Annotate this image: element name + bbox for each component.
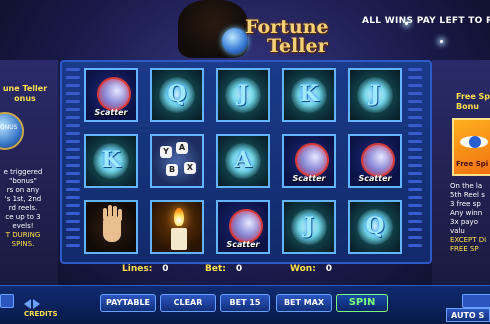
wins-pay-banner: ALL WINS PAY LEFT TO R <box>362 16 490 26</box>
moon-scatter-icon <box>295 143 329 177</box>
left-text-line-highlight: T DURING <box>5 231 41 239</box>
reel-symbol-k: K <box>84 134 138 188</box>
right-title-line-2: Bonu <box>456 102 479 111</box>
rune-die-icon: A <box>176 142 188 154</box>
eye-icon <box>469 136 481 148</box>
clear-button[interactable]: CLEAR <box>160 294 216 312</box>
won-readout: Won: 0 <box>290 264 332 274</box>
title-line-2: Teller <box>267 35 328 57</box>
rune-die-icon: X <box>184 162 196 174</box>
right-text-line: Any winn <box>450 209 483 217</box>
reel-frame-right-ornament <box>408 68 422 254</box>
symbol-letter: J <box>237 81 249 107</box>
reel-symbol-candle <box>150 200 204 254</box>
reel-symbol-dice: Y A B X <box>150 134 204 188</box>
symbol-letter: A <box>234 147 252 173</box>
left-text-line: rs on any <box>6 186 40 194</box>
credits-nav-arrows[interactable] <box>24 294 44 309</box>
candle-flame-icon <box>174 208 184 226</box>
auto-spin-button[interactable]: AUTO S <box>446 308 490 322</box>
scatter-label: Scatter <box>94 108 128 117</box>
lines-value: 0 <box>162 264 169 274</box>
right-mini-button[interactable] <box>462 294 490 308</box>
right-text-line: valu <box>450 227 465 235</box>
reel-frame-left-ornament <box>66 68 80 254</box>
right-text-line: 5th Reel s <box>450 191 485 199</box>
bet-max-button[interactable]: BET MAX <box>276 294 332 312</box>
reel-symbol-a: A <box>216 134 270 188</box>
left-panel-description: e triggered "bonus" rs on any 's 1st, 2n… <box>0 168 46 249</box>
paytable-button[interactable]: PAYTABLE <box>100 294 156 312</box>
symbol-letter: K <box>101 147 121 173</box>
reel-symbol-q: Q <box>150 68 204 122</box>
left-text-line: 's 1st, 2nd <box>4 195 42 203</box>
scatter-label: Scatter <box>226 240 260 249</box>
reel-symbol-scatter: Scatter <box>282 134 336 188</box>
reel-symbol-j: J <box>282 200 336 254</box>
symbol-letter: K <box>299 81 319 107</box>
symbol-letter: Q <box>167 81 187 107</box>
left-mini-button[interactable] <box>0 294 14 308</box>
symbol-letter: Q <box>365 213 385 239</box>
eye-card-label: Free Spi <box>456 160 489 168</box>
reel-symbol-j: J <box>348 68 402 122</box>
rune-die-icon: Y <box>160 146 172 158</box>
moon-scatter-icon <box>97 77 131 111</box>
game-title-logo: Fortune Teller <box>245 18 329 56</box>
reel-symbol-palm <box>84 200 138 254</box>
won-value: 0 <box>325 264 333 274</box>
right-panel-title: Free Sp Bonu <box>456 92 490 112</box>
left-title-line-2: onus <box>14 94 36 103</box>
lines-label: Lines: <box>122 264 153 274</box>
right-text-line-highlight: EXCEPT DI <box>450 236 487 244</box>
reel-symbol-k: K <box>282 68 336 122</box>
symbol-letter: J <box>303 213 315 239</box>
reel-symbol-j: J <box>216 68 270 122</box>
sparkle-icon <box>405 22 408 25</box>
right-text-line-highlight: FREE SP <box>450 245 479 253</box>
palm-hand-icon <box>103 216 121 242</box>
candle-icon <box>171 228 187 250</box>
right-text-line: 3 free sp <box>450 200 481 208</box>
spin-button[interactable]: SPIN <box>336 294 388 312</box>
bet-15-button[interactable]: BET 15 <box>220 294 270 312</box>
right-text-line: On the la <box>450 182 483 190</box>
left-panel-title: une Teller onus <box>0 84 50 104</box>
left-text-line: rd reels. <box>8 204 38 212</box>
reel-symbol-scatter: Scatter <box>216 200 270 254</box>
bet-readout: Bet: 0 <box>205 264 242 274</box>
reel-symbol-q: Q <box>348 200 402 254</box>
reel-symbol-scatter: Scatter <box>84 68 138 122</box>
right-text-line: 3x payo <box>450 218 478 226</box>
left-text-line: e triggered <box>3 168 43 176</box>
moon-scatter-icon <box>361 143 395 177</box>
sparkle-icon <box>440 40 443 43</box>
arrow-left-icon[interactable] <box>24 299 31 309</box>
left-title-line-1: une Teller <box>2 84 48 93</box>
symbol-letter: J <box>369 81 381 107</box>
won-label: Won: <box>290 264 316 274</box>
scatter-label: Scatter <box>292 174 326 183</box>
right-title-line-1: Free Sp <box>456 92 490 101</box>
lines-readout: Lines: 0 <box>122 264 169 274</box>
left-text-line: ce up to 3 <box>5 213 41 221</box>
left-text-line: evels! <box>12 222 34 230</box>
moon-scatter-icon <box>229 209 263 243</box>
left-text-line-highlight: SPINS. <box>11 240 35 248</box>
bet-label: Bet: <box>205 264 226 274</box>
bet-value: 0 <box>235 264 243 274</box>
free-spins-eye-card: Free Spi <box>452 118 490 176</box>
left-orb-label: ONUS <box>0 124 18 131</box>
arrow-right-icon[interactable] <box>33 299 40 309</box>
credits-label: CREDITS <box>24 310 58 318</box>
scatter-label: Scatter <box>358 174 392 183</box>
reel-symbol-scatter: Scatter <box>348 134 402 188</box>
left-text-line: "bonus" <box>9 177 37 185</box>
right-panel-description: On the la 5th Reel s 3 free sp Any winn … <box>450 182 490 254</box>
rune-die-icon: B <box>166 164 178 176</box>
